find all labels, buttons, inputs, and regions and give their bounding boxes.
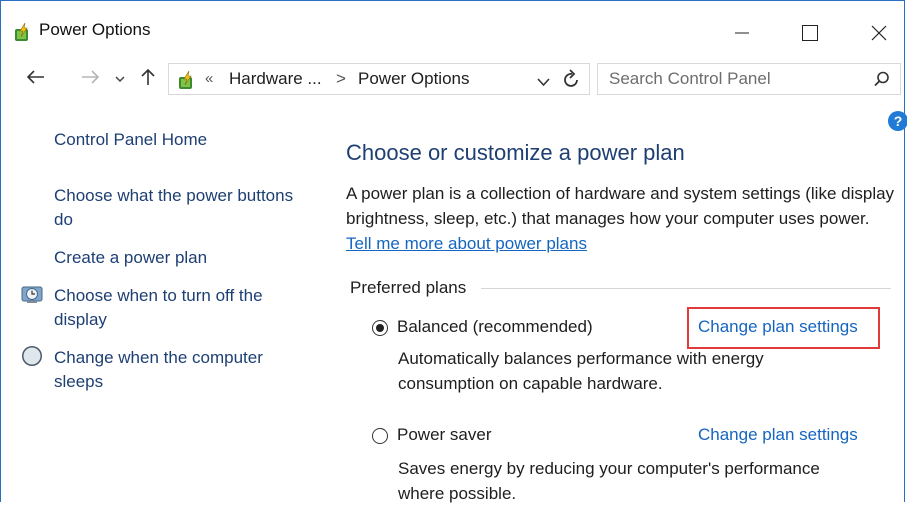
power-buttons-link[interactable]: Choose what the power buttons do [54,184,294,232]
balanced-plan-label[interactable]: Balanced (recommended) [397,317,593,337]
forward-button[interactable] [77,66,103,92]
tell-me-more-link[interactable]: Tell me more about power plans [346,234,587,253]
back-button[interactable] [23,66,49,92]
power-saver-change-settings-link[interactable]: Change plan settings [698,425,858,445]
minimize-button[interactable] [719,15,765,51]
search-box[interactable]: Search Control Panel [597,63,901,95]
up-arrow-icon [141,68,155,91]
recent-locations-button[interactable] [112,66,128,92]
breadcrumb-overflow[interactable]: « [205,70,213,87]
power-saver-plan-description: Saves energy by reducing your computer's… [398,459,820,503]
power-saver-plan-radio[interactable] [372,428,388,444]
up-button[interactable] [137,66,159,92]
close-button[interactable] [856,15,902,51]
maximize-icon [802,25,818,41]
back-arrow-icon [26,69,45,89]
control-panel-home-link[interactable]: Control Panel Home [54,128,207,152]
address-history-chevron-icon[interactable] [537,74,550,92]
create-power-plan-link[interactable]: Create a power plan [54,246,207,270]
chevron-down-icon [115,70,125,88]
group-divider [481,288,891,289]
breadcrumb-separator[interactable]: > [336,69,346,89]
balanced-plan-radio[interactable] [372,320,388,336]
close-icon [871,25,887,41]
page-title: Choose or customize a power plan [346,140,685,165]
turn-off-display-link[interactable]: Choose when to turn off the display [54,284,294,332]
search-icon[interactable] [874,71,890,92]
power-options-window: Power Options « Hardware ... > Power Opt… [0,0,907,503]
breadcrumb-hardware[interactable]: Hardware ... [229,69,322,89]
preferred-plans-label: Preferred plans [350,278,467,297]
description-text: A power plan is a collection of hardware… [346,184,895,228]
forward-arrow-icon [81,69,100,89]
address-bar[interactable]: « Hardware ... > Power Options [168,63,590,95]
navigation-bar: « Hardware ... > Power Options Search Co… [1,56,904,102]
highlight-annotation [687,307,880,349]
refresh-icon[interactable] [563,69,581,94]
page-description: A power plan is a collection of hardware… [346,181,896,256]
display-timer-icon [21,283,43,305]
balanced-plan-description: Automatically balances performance with … [398,349,764,393]
power-options-icon [11,21,33,43]
power-saver-plan-label[interactable]: Power saver [397,425,491,445]
title-bar[interactable]: Power Options [1,1,904,53]
breadcrumb-power-options[interactable]: Power Options [358,69,470,89]
maximize-button[interactable] [787,15,833,51]
control-panel-icon [175,69,197,91]
computer-sleeps-link[interactable]: Change when the computer sleeps [54,346,294,394]
window-title: Power Options [39,20,151,39]
minimize-icon [735,26,749,40]
search-input[interactable]: Search Control Panel [609,69,771,89]
help-icon[interactable]: ? [888,111,907,131]
sleep-moon-icon [21,345,43,367]
